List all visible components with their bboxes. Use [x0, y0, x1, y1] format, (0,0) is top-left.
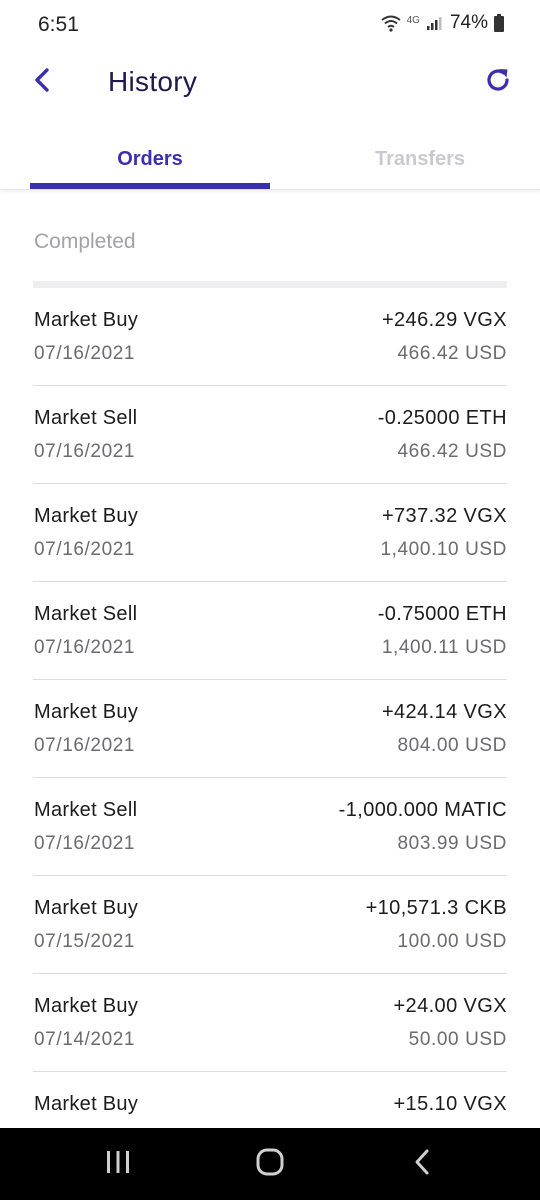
order-usd-value: 466.42 USD	[397, 343, 507, 364]
order-usd-value: 803.99 USD	[397, 833, 507, 854]
order-type: Market Sell	[34, 407, 138, 429]
order-amount: -1,000.000 MATIC	[338, 799, 507, 821]
order-amount: +24.00 VGX	[393, 995, 507, 1017]
order-amount: +424.14 VGX	[381, 701, 507, 723]
tab-orders[interactable]: Orders	[30, 128, 270, 190]
order-amount: +737.32 VGX	[381, 505, 507, 527]
status-time: 6:51	[38, 13, 79, 36]
order-row[interactable]: Market Sell 07/16/2021 -1,000.000 MATIC …	[33, 778, 507, 876]
wifi-icon	[381, 14, 401, 32]
back-icon	[412, 1148, 432, 1181]
home-button[interactable]	[250, 1146, 290, 1182]
system-back-button[interactable]	[402, 1146, 442, 1182]
order-type: Market Buy	[34, 505, 139, 527]
active-tab-indicator	[30, 183, 270, 189]
order-amount: +246.29 VGX	[381, 309, 507, 331]
order-row[interactable]: Market Buy 07/14/2021 +24.00 VGX 50.00 U…	[33, 974, 507, 1072]
order-row[interactable]: Market Sell 07/16/2021 -0.25000 ETH 466.…	[33, 386, 507, 484]
battery-icon	[494, 14, 504, 32]
order-usd-value: 466.42 USD	[397, 441, 507, 462]
order-date: 07/16/2021	[34, 637, 136, 658]
order-amount: -0.75000 ETH	[377, 603, 507, 625]
tab-transfers[interactable]: Transfers	[300, 128, 540, 190]
order-date: 07/16/2021	[34, 343, 136, 364]
order-amount: +15.10 VGX	[393, 1093, 507, 1115]
section-title: Completed	[34, 230, 136, 253]
signal-icon	[426, 15, 444, 31]
order-type: Market Buy	[34, 897, 139, 919]
recents-button[interactable]	[98, 1146, 138, 1182]
order-usd-value: 804.00 USD	[397, 735, 507, 756]
app-bar: History	[0, 50, 540, 116]
status-icons: 4G 74%	[381, 12, 504, 34]
refresh-icon	[484, 66, 512, 99]
order-type: Market Sell	[34, 603, 138, 625]
order-row[interactable]: Market Sell 07/16/2021 -0.75000 ETH 1,40…	[33, 582, 507, 680]
order-date: 07/15/2021	[34, 931, 136, 952]
order-row[interactable]: Market Buy 07/16/2021 +737.32 VGX 1,400.…	[33, 484, 507, 582]
chevron-left-icon	[32, 67, 52, 98]
system-nav-bar	[0, 1128, 540, 1200]
order-usd-value: 100.00 USD	[397, 931, 507, 952]
order-date: 07/14/2021	[34, 1029, 136, 1050]
order-row[interactable]: Market Buy 07/16/2021 +424.14 VGX 804.00…	[33, 680, 507, 778]
back-button[interactable]	[24, 64, 60, 100]
order-type: Market Sell	[34, 799, 138, 821]
order-list[interactable]: Market Buy 07/16/2021 +246.29 VGX 466.42…	[33, 288, 507, 1170]
order-date: 07/16/2021	[34, 735, 136, 756]
order-amount: +10,571.3 CKB	[365, 897, 507, 919]
order-date: 07/16/2021	[34, 833, 136, 854]
battery-percent: 74%	[449, 12, 488, 33]
home-icon	[255, 1147, 285, 1182]
order-amount: -0.25000 ETH	[377, 407, 507, 429]
order-usd-value: 50.00 USD	[408, 1029, 507, 1050]
page-title: History	[108, 66, 198, 97]
order-date: 07/16/2021	[34, 539, 136, 560]
order-row[interactable]: Market Buy 07/16/2021 +246.29 VGX 466.42…	[33, 288, 507, 386]
order-usd-value: 1,400.11 USD	[381, 637, 507, 658]
status-bar: 6:51 4G 74%	[0, 0, 540, 50]
refresh-button[interactable]	[480, 64, 516, 100]
order-type: Market Buy	[34, 701, 139, 723]
order-type: Market Buy	[34, 995, 139, 1017]
tab-bar: Orders Transfers	[0, 128, 540, 190]
recents-icon	[104, 1149, 132, 1180]
order-date: 07/16/2021	[34, 441, 136, 462]
order-usd-value: 1,400.10 USD	[380, 539, 507, 560]
network-type: 4G	[406, 14, 420, 26]
section-divider	[33, 281, 507, 288]
order-type: Market Buy	[34, 309, 139, 331]
order-row[interactable]: Market Buy 07/15/2021 +10,571.3 CKB 100.…	[33, 876, 507, 974]
order-type: Market Buy	[34, 1093, 139, 1115]
